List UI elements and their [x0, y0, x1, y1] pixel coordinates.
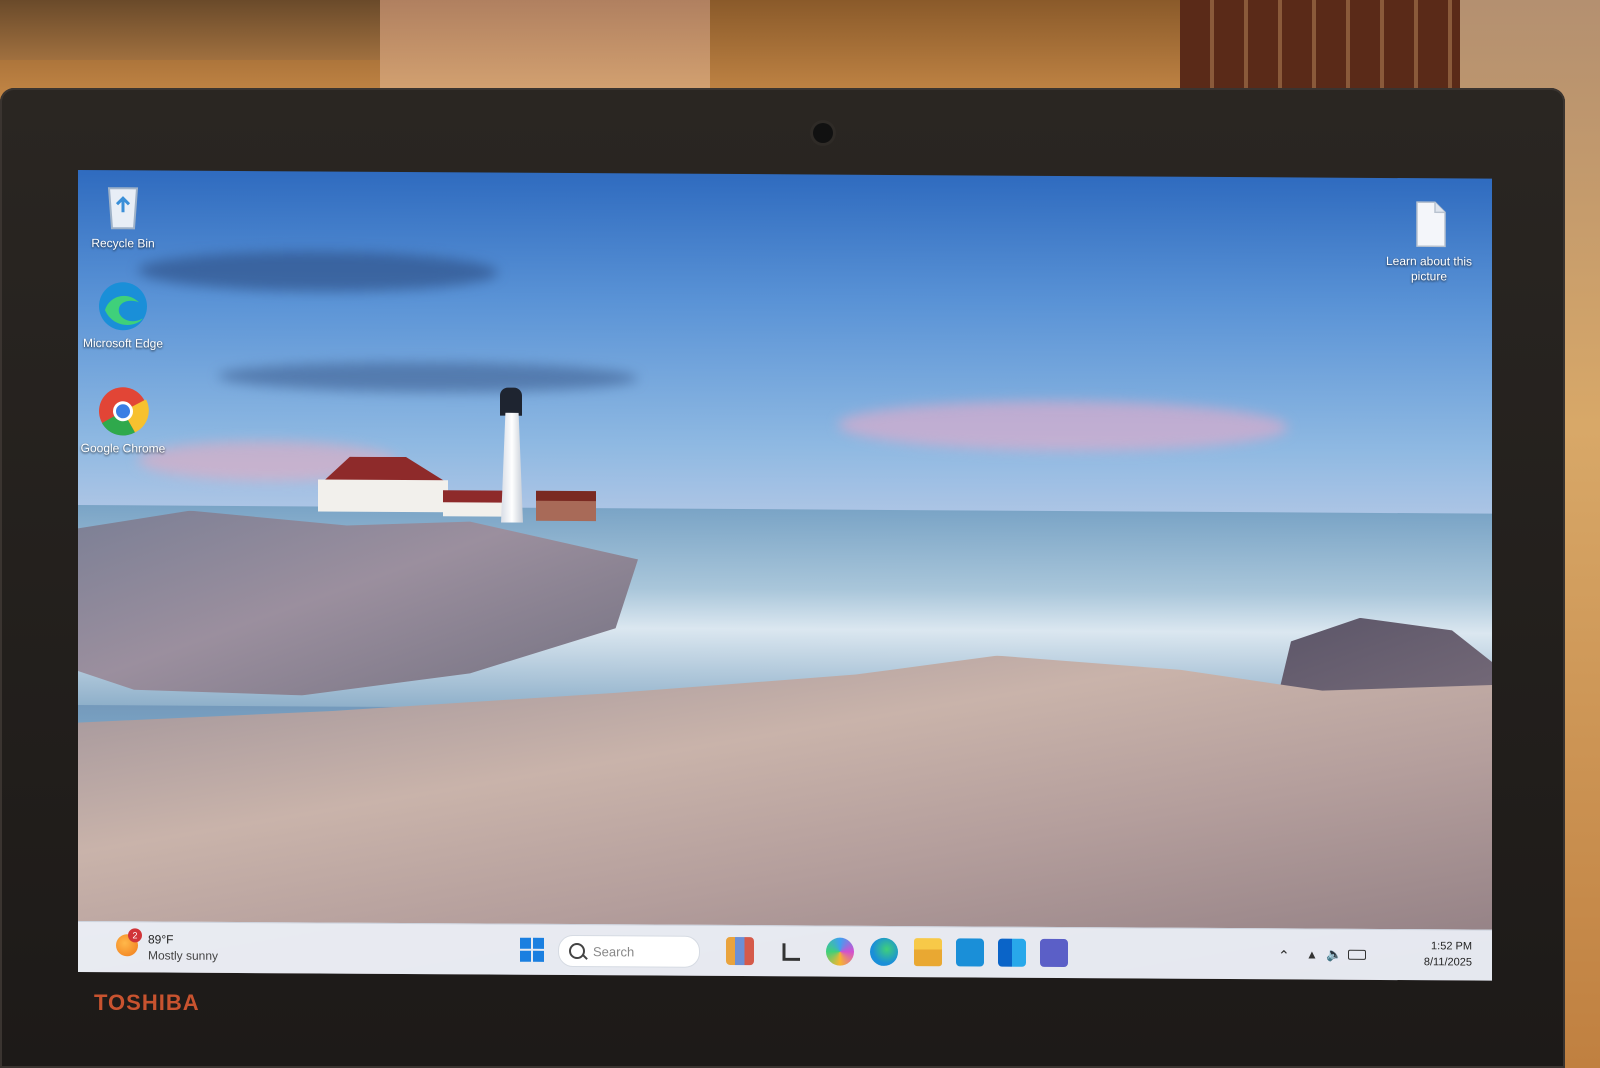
- system-tray: ⌃ ▲ 🔈 1:52 PM 8/11/2025: [1272, 935, 1472, 974]
- store-icon[interactable]: [956, 938, 984, 967]
- teams-icon[interactable]: [1040, 938, 1068, 968]
- wallpaper-house: [536, 500, 596, 522]
- widgets-icon[interactable]: [726, 936, 754, 966]
- start-button[interactable]: [518, 936, 546, 964]
- clock[interactable]: 1:52 PM 8/11/2025: [1424, 938, 1472, 970]
- clock-time: 1:52 PM: [1431, 940, 1472, 953]
- weather-temperature: 89°F: [148, 932, 174, 947]
- desktop-icon-learn-about-picture[interactable]: Learn about this picture: [1384, 198, 1474, 285]
- wallpaper-house: [318, 479, 448, 513]
- wifi-icon[interactable]: ▲: [1306, 948, 1318, 962]
- search-placeholder: Search: [593, 944, 635, 960]
- recycle-bin-icon: [97, 180, 149, 232]
- weather-condition: Mostly sunny: [148, 948, 219, 963]
- outlook-icon[interactable]: [998, 938, 1026, 967]
- wallpaper-cloud: [138, 250, 498, 293]
- edge-icon: [97, 280, 149, 332]
- battery-icon[interactable]: [1348, 949, 1366, 960]
- wall-tile-middle: [380, 0, 710, 88]
- clock-date: 8/11/2025: [1423, 956, 1472, 969]
- taskbar-search[interactable]: Search: [558, 934, 700, 968]
- desktop-icon-label: Google Chrome: [80, 441, 166, 456]
- desktop-icon-label: Recycle Bin: [91, 236, 155, 251]
- chrome-icon: [97, 385, 149, 437]
- chevron-up-icon[interactable]: ⌃: [1278, 947, 1290, 964]
- edge-icon[interactable]: [870, 937, 898, 967]
- webcam: [813, 123, 833, 143]
- notification-badge: 2: [128, 928, 142, 943]
- wallpaper-house: [443, 502, 503, 517]
- wallpaper-cloud: [218, 360, 638, 394]
- wallpaper-cloud: [838, 399, 1288, 453]
- copilot-icon[interactable]: [826, 937, 854, 966]
- volume-icon[interactable]: 🔈: [1326, 947, 1342, 963]
- desktop-icon-chrome[interactable]: Google Chrome: [78, 385, 168, 457]
- file-explorer-icon[interactable]: [914, 938, 942, 967]
- brand-logo: TOSHIBA: [94, 990, 200, 1015]
- desktop-screen: Recycle Bin Microsoft Edge Google Chrome…: [78, 170, 1492, 981]
- task-view-icon[interactable]: [778, 937, 806, 965]
- wall-tile-left: [0, 0, 380, 60]
- windows-logo-icon: [520, 937, 544, 962]
- desktop-icon-label: Learn about this picture: [1385, 253, 1473, 284]
- desktop-icon-edge[interactable]: Microsoft Edge: [78, 280, 168, 352]
- desktop-icon-recycle-bin[interactable]: Recycle Bin: [78, 180, 168, 252]
- search-icon: [569, 942, 585, 960]
- wallpaper-lighthouse: [496, 387, 526, 523]
- document-icon: [1403, 198, 1455, 250]
- desktop-icon-label: Microsoft Edge: [82, 336, 164, 351]
- taskbar: 2 89°F Mostly sunny Search ⌃ ▲ 🔈 1:52 PM: [78, 921, 1492, 981]
- wall-tile-mosaic: [1180, 0, 1460, 100]
